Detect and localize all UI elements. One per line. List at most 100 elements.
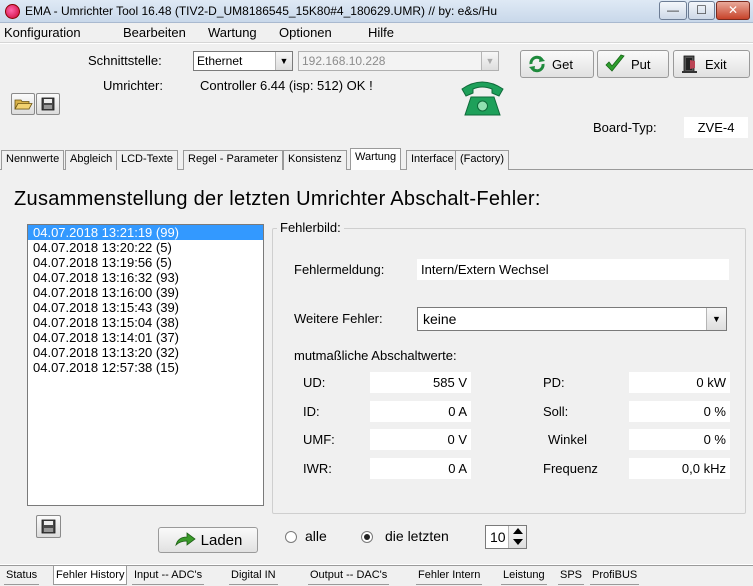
tab-factory[interactable]: (Factory) — [455, 150, 509, 170]
tab-status[interactable]: Status — [4, 566, 40, 585]
tab-konsistenz[interactable]: Konsistenz — [283, 150, 347, 170]
spinner-up-icon[interactable] — [513, 528, 523, 534]
save-disk-icon — [41, 97, 55, 111]
tab-sps[interactable]: SPS — [558, 566, 585, 585]
tab-wartung[interactable]: Wartung — [350, 148, 402, 170]
open-button[interactable] — [11, 93, 35, 115]
tab-interface[interactable]: Interface — [406, 150, 459, 170]
schnittstelle-value: Ethernet — [197, 54, 243, 68]
list-item[interactable]: 04.07.2018 13:21:19 (99) — [28, 225, 263, 240]
laden-button-label: Laden — [200, 531, 243, 549]
radio-alle-label: alle — [305, 528, 327, 544]
ip-address-value: 192.168.10.228 — [302, 54, 386, 68]
main-tab-strip: Nennwerte Abgleich LCD-Texte Regel - Par… — [0, 148, 753, 170]
radio-die-letzten[interactable] — [361, 531, 373, 543]
list-item[interactable]: 04.07.2018 13:14:01 (37) — [28, 330, 263, 345]
list-item[interactable]: 04.07.2018 13:20:22 (5) — [28, 240, 263, 255]
tab-abgleich[interactable]: Abgleich — [65, 150, 118, 170]
tab-input-adcs[interactable]: Input -- ADC's — [132, 566, 205, 585]
fehlerbild-legend: Fehlerbild: — [277, 220, 344, 235]
list-item[interactable]: 04.07.2018 13:15:43 (39) — [28, 300, 263, 315]
get-button-label: Get — [552, 56, 573, 72]
exit-button-label: Exit — [705, 56, 727, 72]
pd-value: 0 kW — [629, 372, 730, 393]
open-folder-icon — [14, 99, 33, 110]
title-bar[interactable]: EMA - Umrichter Tool 16.48 (TIV2-D_UM818… — [0, 0, 753, 23]
close-button[interactable]: ✕ — [716, 1, 750, 20]
winkel-label: Winkel — [548, 432, 588, 447]
radio-alle[interactable] — [285, 531, 297, 543]
umf-value: 0 V — [370, 429, 471, 450]
menu-hilfe[interactable]: Hilfe — [368, 25, 394, 40]
weitere-fehler-value: keine — [423, 311, 457, 327]
winkel-value: 0 % — [629, 429, 730, 450]
exit-button[interactable]: Exit — [673, 50, 750, 78]
chevron-down-icon[interactable]: ▼ — [481, 52, 498, 70]
radio-die-letzten-label: die letzten — [385, 528, 449, 544]
app-icon[interactable] — [5, 4, 20, 19]
umrichter-status: Controller 6.44 (isp: 512) OK ! — [200, 78, 373, 93]
list-item[interactable]: 04.07.2018 12:57:38 (15) — [28, 360, 263, 375]
tab-fehler-intern[interactable]: Fehler Intern — [416, 566, 483, 585]
list-item[interactable]: 04.07.2018 13:16:32 (93) — [28, 270, 263, 285]
window-title: EMA - Umrichter Tool 16.48 (TIV2-D_UM818… — [25, 4, 498, 18]
maximize-button[interactable]: ☐ — [688, 1, 715, 20]
laden-button[interactable]: Laden — [158, 527, 258, 553]
tab-regel-parameter[interactable]: Regel - Parameter — [183, 150, 283, 170]
save-list-button[interactable] — [36, 515, 61, 538]
telephone-icon — [461, 81, 504, 116]
umrichter-label: Umrichter: — [103, 78, 163, 93]
frequenz-value: 0,0 kHz — [629, 458, 730, 479]
count-value: 10 — [490, 529, 506, 545]
tab-profibus[interactable]: ProfiBUS — [590, 566, 640, 585]
list-item[interactable]: 04.07.2018 13:15:04 (38) — [28, 315, 263, 330]
chevron-down-icon[interactable]: ▼ — [706, 308, 726, 330]
save-disk-icon — [41, 519, 56, 534]
exit-door-icon — [682, 55, 697, 73]
put-button-label: Put — [631, 56, 651, 72]
soll-value: 0 % — [629, 401, 730, 422]
pd-label: PD: — [543, 375, 565, 390]
iwr-value: 0 A — [370, 458, 471, 479]
list-item[interactable]: 04.07.2018 13:16:00 (39) — [28, 285, 263, 300]
save-button[interactable] — [36, 93, 60, 115]
menu-bearbeiten[interactable]: Bearbeiten — [123, 25, 186, 40]
soll-label: Soll: — [543, 404, 569, 419]
green-arrow-icon — [174, 532, 196, 547]
tab-fehler-history[interactable]: Fehler History — [53, 566, 128, 585]
list-item[interactable]: 04.07.2018 13:13:20 (32) — [28, 345, 263, 360]
connect-phone-button[interactable] — [459, 77, 506, 119]
tab-lcd-texte[interactable]: LCD-Texte — [116, 150, 178, 170]
error-history-list[interactable]: 04.07.2018 13:21:19 (99) 04.07.2018 13:20… — [27, 224, 264, 506]
ud-label: UD: — [303, 375, 326, 390]
count-spinner[interactable] — [508, 526, 526, 548]
refresh-icon — [529, 55, 545, 73]
menu-wartung[interactable]: Wartung — [208, 25, 257, 40]
bottom-tab-strip: Status Fehler History Input -- ADC's Dig… — [0, 565, 753, 586]
menu-konfiguration[interactable]: Konfiguration — [4, 25, 81, 40]
tab-digital-in[interactable]: Digital IN — [229, 566, 278, 585]
abschaltwerte-label: mutmaßliche Abschaltwerte: — [294, 348, 457, 363]
ud-value: 585 V — [370, 372, 471, 393]
get-button[interactable]: Get — [520, 50, 594, 78]
checkmark-icon — [605, 54, 625, 72]
id-label: ID: — [303, 404, 320, 419]
board-typ-value: ZVE-4 — [684, 117, 748, 138]
menu-optionen[interactable]: Optionen — [279, 25, 332, 40]
id-value: 0 A — [370, 401, 471, 422]
ip-address-select[interactable]: 192.168.10.228 ▼ — [298, 51, 499, 71]
tab-leistung[interactable]: Leistung — [501, 566, 547, 585]
chevron-down-icon[interactable]: ▼ — [275, 52, 292, 70]
toolbar: Schnittstelle: Ethernet ▼ 192.168.10.228… — [0, 44, 753, 148]
wartung-panel: Zusammenstellung der letzten Umrichter A… — [0, 170, 753, 564]
schnittstelle-select[interactable]: Ethernet ▼ — [193, 51, 293, 71]
umf-label: UMF: — [303, 432, 335, 447]
spinner-down-icon[interactable] — [513, 539, 523, 545]
minimize-button[interactable]: — — [659, 1, 687, 20]
weitere-fehler-select[interactable]: keine ▼ — [417, 307, 727, 331]
put-button[interactable]: Put — [597, 50, 669, 78]
tab-output-dacs[interactable]: Output -- DAC's — [308, 566, 390, 585]
fehlermeldung-label: Fehlermeldung: — [294, 262, 385, 277]
list-item[interactable]: 04.07.2018 13:19:56 (5) — [28, 255, 263, 270]
tab-nennwerte[interactable]: Nennwerte — [1, 150, 65, 170]
